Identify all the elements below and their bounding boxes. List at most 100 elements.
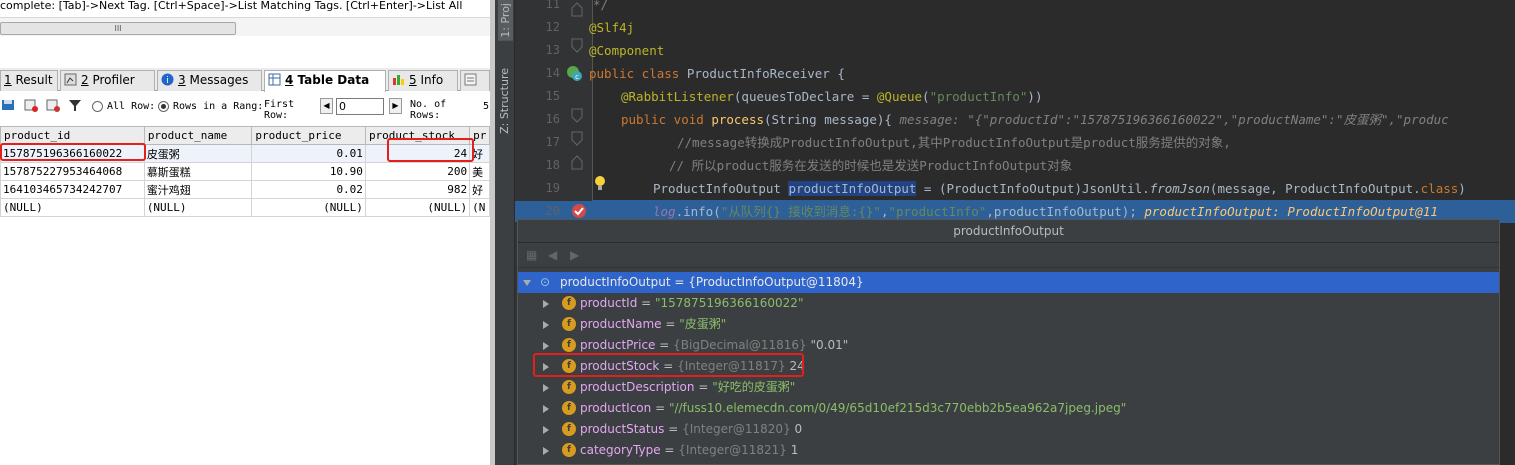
fold-marker-icon[interactable] bbox=[571, 131, 583, 147]
fold-marker-icon[interactable] bbox=[571, 108, 583, 124]
next-page-button[interactable]: ▶ bbox=[389, 98, 402, 114]
cell-product-stock[interactable]: (NULL) bbox=[364, 198, 471, 217]
keyword: class bbox=[1420, 181, 1459, 196]
evaluate-popup[interactable]: productInfoOutput ▦ ◀ ▶ ⊙ productInfoOut… bbox=[517, 219, 1500, 465]
tab-profiler[interactable]: 2 Profiler bbox=[60, 70, 155, 91]
cell-product-description[interactable]: 好 bbox=[469, 180, 490, 199]
tree-field-row[interactable]: f productIcon = "//fuss10.elemecdn.com/0/… bbox=[518, 398, 1498, 419]
cell-product-stock[interactable]: 982 bbox=[364, 180, 471, 199]
line-number: 17 bbox=[545, 135, 560, 149]
field-name: categoryType bbox=[580, 443, 661, 457]
line-number: 18 bbox=[545, 158, 560, 172]
field-value: 1 bbox=[790, 443, 799, 457]
field-icon: f bbox=[562, 317, 576, 331]
comment: //message转换成ProductInfoOutput,其中ProductI… bbox=[677, 135, 1231, 150]
column-header[interactable]: product_price bbox=[251, 126, 366, 145]
cell-product-name[interactable]: 皮蛋粥 bbox=[143, 144, 253, 163]
tree-field-row[interactable]: f productStatus = {Integer@11820} 0 bbox=[518, 419, 1498, 440]
cell-product-id[interactable]: (NULL) bbox=[0, 198, 145, 217]
cell-product-price[interactable]: 0.01 bbox=[251, 144, 366, 163]
cell-product-name[interactable]: (NULL) bbox=[143, 198, 253, 217]
code-line: */ bbox=[593, 0, 608, 16]
tree-root-row[interactable]: ⊙ productInfoOutput = {ProductInfoOutput… bbox=[518, 272, 1499, 293]
insert-row-icon[interactable] bbox=[24, 98, 38, 112]
spring-bean-icon[interactable]: c bbox=[565, 64, 583, 82]
expand-arrow-icon[interactable] bbox=[543, 321, 549, 329]
rows-count-label: No. of Rows: bbox=[410, 99, 447, 121]
column-header[interactable]: product_id bbox=[0, 126, 145, 145]
bulb-icon[interactable] bbox=[593, 174, 607, 192]
field-type-ref: {Integer@11821} bbox=[678, 443, 791, 457]
comment: // 所以product服务在发送的时候也是发送ProductInfoOutpu… bbox=[669, 158, 1073, 173]
expand-arrow-icon[interactable] bbox=[543, 342, 549, 350]
fold-marker-icon[interactable] bbox=[571, 154, 583, 170]
tab-messages[interactable]: i 3 Messages bbox=[157, 70, 262, 91]
filter-icon[interactable] bbox=[68, 98, 82, 112]
forward-icon[interactable]: ▶ bbox=[570, 248, 579, 262]
project-tool-tab[interactable]: 1: Proj bbox=[498, 0, 513, 41]
highlight-product-stock-field bbox=[533, 353, 804, 377]
prev-page-button[interactable]: ◀ bbox=[320, 98, 333, 114]
tab-label: Info bbox=[420, 73, 444, 87]
cell-product-name[interactable]: 蜜汁鸡翅 bbox=[143, 180, 253, 199]
rows-count-input[interactable]: 5 bbox=[483, 102, 489, 112]
field-equals: = bbox=[651, 401, 669, 415]
table-row[interactable]: 157875227953464068 慕斯蛋糕 10.90 200 美 bbox=[0, 162, 490, 181]
cell-product-id[interactable]: 157875227953464068 bbox=[0, 162, 145, 181]
expand-arrow-icon[interactable] bbox=[543, 300, 549, 308]
tree-field-row[interactable]: f productName = "皮蛋粥" bbox=[518, 314, 1498, 335]
field-icon: f bbox=[562, 401, 576, 415]
code-line: @Component bbox=[589, 39, 664, 62]
field-equals: = bbox=[637, 296, 655, 310]
field-value: "皮蛋粥" bbox=[679, 317, 727, 331]
tab-result[interactable]: 1 Result bbox=[0, 70, 58, 91]
tab-label: Table Data bbox=[297, 73, 370, 87]
breakpoint-icon[interactable] bbox=[571, 203, 587, 219]
column-header[interactable]: product_name bbox=[143, 126, 253, 145]
tree-field-row[interactable]: f productDescription = "好吃的皮蛋粥" bbox=[518, 377, 1498, 398]
expand-arrow-icon[interactable] bbox=[543, 447, 549, 455]
tab-label: Result bbox=[15, 73, 53, 87]
expand-arrow-icon[interactable] bbox=[543, 426, 549, 434]
svg-text:i: i bbox=[166, 76, 169, 86]
tab-history[interactable] bbox=[460, 70, 490, 91]
line-number: 11 bbox=[545, 0, 560, 11]
tab-table-data[interactable]: 4 Table Data bbox=[264, 70, 386, 92]
expand-arrow-icon[interactable] bbox=[543, 384, 549, 392]
field-equals: = bbox=[661, 317, 680, 331]
cell-product-price[interactable]: 10.90 bbox=[251, 162, 366, 181]
autocomplete-hint: complete: [Tab]->Next Tag. [Ctrl+Space]-… bbox=[0, 0, 463, 12]
cell-product-description[interactable]: 美 bbox=[469, 162, 490, 181]
cell-product-id[interactable]: 164103465734242707 bbox=[0, 180, 145, 199]
structure-tool-tab[interactable]: Z: Structure bbox=[498, 68, 511, 134]
save-icon[interactable] bbox=[1, 98, 15, 112]
cell-product-description[interactable]: (N bbox=[469, 198, 490, 217]
tab-number: 4 bbox=[285, 73, 294, 87]
table-data-toolbar: All Row: Rows in a Rang: First Row: ◀ 0 … bbox=[0, 93, 490, 121]
cell-product-name[interactable]: 慕斯蛋糕 bbox=[143, 162, 253, 181]
all-rows-radio[interactable] bbox=[92, 101, 103, 112]
table-row[interactable]: (NULL) (NULL) (NULL) (NULL) (N bbox=[0, 198, 490, 217]
cell-product-price[interactable]: (NULL) bbox=[251, 198, 366, 217]
copy-icon[interactable]: ▦ bbox=[526, 248, 537, 262]
rows-in-range-radio[interactable] bbox=[158, 101, 169, 112]
line-number: 19 bbox=[545, 181, 560, 195]
fold-marker-icon[interactable] bbox=[571, 1, 583, 17]
selected-variable[interactable]: productInfoOutput bbox=[788, 181, 917, 196]
expand-arrow-icon[interactable] bbox=[543, 405, 549, 413]
expand-arrow-icon[interactable] bbox=[523, 280, 531, 286]
tree-field-row[interactable]: f categoryType = {Integer@11821} 1 bbox=[518, 440, 1498, 461]
field-equals: = bbox=[660, 443, 679, 457]
tree-field-row[interactable]: f productId = "157875196366160022" bbox=[518, 293, 1498, 314]
cell-product-price[interactable]: 0.02 bbox=[251, 180, 366, 199]
refresh-icon[interactable] bbox=[46, 98, 60, 112]
table-row[interactable]: 164103465734242707 蜜汁鸡翅 0.02 982 好 bbox=[0, 180, 490, 199]
tab-info[interactable]: 5 Info bbox=[388, 70, 458, 91]
fold-marker-icon[interactable] bbox=[571, 38, 583, 54]
back-icon[interactable]: ◀ bbox=[548, 248, 557, 262]
field-value: "157875196366160022" bbox=[655, 296, 804, 310]
horizontal-scrollbar[interactable]: III bbox=[0, 22, 236, 35]
first-row-input[interactable]: 0 bbox=[336, 98, 384, 115]
code-text: ,productInfoOutput); bbox=[986, 204, 1145, 219]
cell-product-stock[interactable]: 200 bbox=[364, 162, 471, 181]
